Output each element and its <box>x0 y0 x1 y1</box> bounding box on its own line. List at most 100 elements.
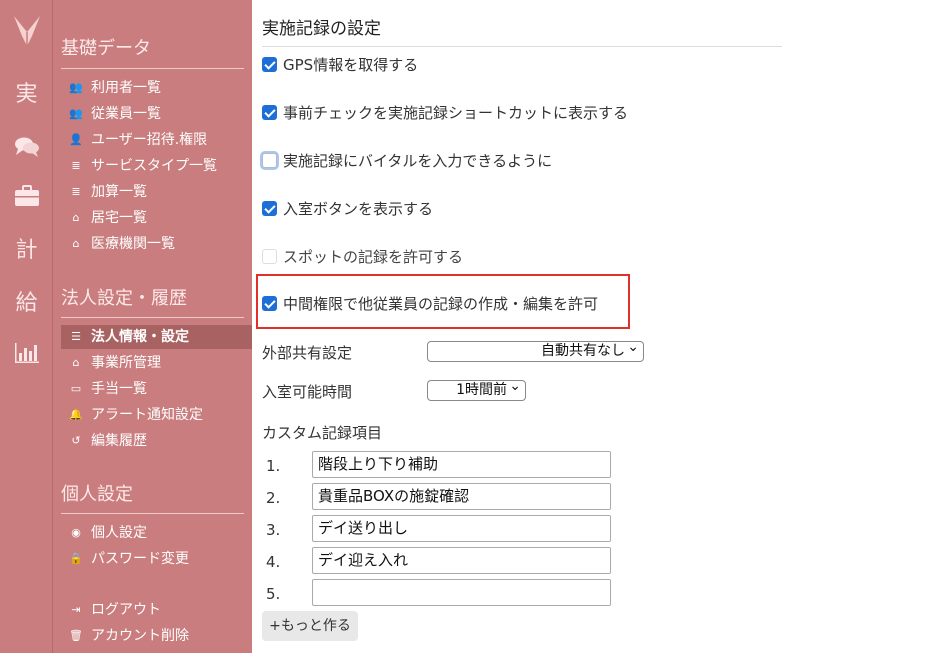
entry-time-select[interactable]: 1時間前 <box>427 377 526 401</box>
building-icon: ⌂ <box>72 237 80 250</box>
logout-button[interactable]: ⇥ ログアウト <box>61 598 252 622</box>
section-title-personal: 個人設定 <box>61 484 133 505</box>
checkbox-label: 中間権限で他従業員の記録の作成・編集を許可 <box>283 295 599 313</box>
sidebar-item-label: 利用者一覧 <box>91 80 161 96</box>
sidebar-item-allowances[interactable]: ▭ 手当一覧 <box>61 377 252 401</box>
checkbox-label: スポットの記録を許可する <box>283 248 464 266</box>
sidebar-item-label: 編集履歴 <box>91 433 147 449</box>
custom-item-input-3[interactable]: デイ送り出し <box>312 515 611 542</box>
section-title-basic-data: 基礎データ <box>61 38 151 59</box>
spot-record-checkbox-row[interactable]: スポットの記録を許可する <box>262 246 463 267</box>
bar-chart-icon[interactable] <box>0 342 53 368</box>
custom-records-label: カスタム記録項目 <box>262 424 383 442</box>
add-more-button[interactable]: +もっと作る <box>262 611 358 641</box>
sidebar-item-label: アカウント削除 <box>91 628 189 644</box>
divider <box>61 513 244 514</box>
chat-icon[interactable] <box>0 136 53 162</box>
sidebar-item-password-change[interactable]: 🔒 パスワード変更 <box>61 547 252 571</box>
rail-schedule-button[interactable]: 計 <box>0 238 53 264</box>
checkbox-label: 事前チェックを実施記録ショートカットに表示する <box>283 104 629 122</box>
section-title-corporate: 法人設定・履歴 <box>61 288 187 309</box>
sidebar-item-user-invite[interactable]: 👤 ユーザー招待.権限 <box>61 128 252 152</box>
lock-icon: 🔒 <box>69 552 83 565</box>
building-icon: ⌂ <box>72 211 80 224</box>
bell-icon: 🔔 <box>69 408 83 421</box>
sidebar-item-employees[interactable]: 👥 従業員一覧 <box>61 102 252 126</box>
money-icon: ▭ <box>70 382 82 395</box>
sidebar-item-label: 居宅一覧 <box>91 210 147 226</box>
select-value: 自動共有なし <box>541 343 625 359</box>
briefcase-icon[interactable] <box>0 185 53 211</box>
sliders-icon: ☰ <box>71 330 81 343</box>
sidebar-item-label: パスワード変更 <box>91 551 189 567</box>
vital-input-checkbox[interactable] <box>262 153 277 168</box>
user-circle-icon: ◉ <box>71 526 81 539</box>
sidebar-item-label: 事業所管理 <box>91 355 161 371</box>
sidebar-item-label: 手当一覧 <box>91 381 147 397</box>
custom-item-input-1[interactable]: 階段上り下り補助 <box>312 451 611 478</box>
custom-item-number: 1. <box>266 457 281 475</box>
database-icon: ≣ <box>71 159 81 172</box>
sidebar-item-label: 医療機関一覧 <box>91 236 175 252</box>
custom-item-number: 2. <box>266 489 281 507</box>
users-icon: 👥 <box>69 107 83 120</box>
custom-item-number: 4. <box>266 553 281 571</box>
precheck-shortcut-checkbox[interactable] <box>262 105 277 120</box>
database-icon: ≣ <box>71 185 81 198</box>
logo-icon[interactable] <box>0 12 53 52</box>
entry-time-label: 入室可能時間 <box>262 383 353 401</box>
sidebar-item-label: 個人設定 <box>91 525 147 541</box>
intermediate-permission-checkbox[interactable] <box>262 296 277 311</box>
sidebar-item-additions[interactable]: ≣ 加算一覧 <box>61 180 252 204</box>
divider <box>61 317 244 318</box>
sidebar-item-alert-settings[interactable]: 🔔 アラート通知設定 <box>61 403 252 427</box>
sidebar-item-corporate-info[interactable]: ☰ 法人情報・設定 <box>61 325 252 349</box>
sidebar-item-users[interactable]: 👥 利用者一覧 <box>61 76 252 100</box>
page-title: 実施記録の設定 <box>262 19 381 39</box>
main-content: 実施記録の設定 GPS情報を取得する 事前チェックを実施記録ショートカットに表示… <box>256 0 943 653</box>
home-icon: ⌂ <box>72 356 80 369</box>
sidebar-item-service-types[interactable]: ≣ サービスタイプ一覧 <box>61 154 252 178</box>
checkbox-label: 入室ボタンを表示する <box>283 200 434 218</box>
select-value: 1時間前 <box>456 382 507 398</box>
sidebar: 基礎データ 👥 利用者一覧 👥 従業員一覧 👤 ユーザー招待.権限 ≣ サービスタイプ一… <box>53 0 252 653</box>
entry-button-checkbox[interactable] <box>262 201 277 216</box>
trash-icon: 🗑 <box>69 629 83 642</box>
sidebar-item-personal-settings[interactable]: ◉ 個人設定 <box>61 521 252 545</box>
divider <box>262 46 782 47</box>
custom-item-number: 5. <box>266 585 281 603</box>
sidebar-item-label: 法人情報・設定 <box>91 329 189 345</box>
divider <box>61 68 244 69</box>
sidebar-item-label: アラート通知設定 <box>91 407 203 423</box>
gps-checkbox-row[interactable]: GPS情報を取得する <box>262 54 418 75</box>
vital-input-checkbox-row[interactable]: 実施記録にバイタルを入力できるように <box>262 150 552 171</box>
gps-checkbox[interactable] <box>262 57 277 72</box>
custom-item-input-5[interactable] <box>312 579 611 606</box>
entry-button-checkbox-row[interactable]: 入室ボタンを表示する <box>262 198 433 219</box>
users-icon: 👥 <box>69 81 83 94</box>
icon-rail: 実 計 給 <box>0 0 53 653</box>
sidebar-item-office-management[interactable]: ⌂ 事業所管理 <box>61 351 252 375</box>
sidebar-item-label: 従業員一覧 <box>91 106 161 122</box>
rail-salary-button[interactable]: 給 <box>0 291 53 317</box>
intermediate-permission-checkbox-row[interactable]: 中間権限で他従業員の記録の作成・編集を許可 <box>262 293 598 314</box>
custom-item-input-2[interactable]: 貴重品BOXの施錠確認 <box>312 483 611 510</box>
sidebar-item-label: ユーザー招待.権限 <box>91 132 208 148</box>
sidebar-item-care-offices[interactable]: ⌂ 居宅一覧 <box>61 206 252 230</box>
spot-record-checkbox[interactable] <box>262 249 277 264</box>
rail-record-button[interactable]: 実 <box>0 82 53 108</box>
history-icon: ↺ <box>71 434 81 447</box>
sidebar-item-label: 加算一覧 <box>91 184 147 200</box>
logout-icon: ⇥ <box>71 603 81 616</box>
precheck-shortcut-checkbox-row[interactable]: 事前チェックを実施記録ショートカットに表示する <box>262 102 628 123</box>
external-share-label: 外部共有設定 <box>262 344 353 362</box>
user-plus-icon: 👤 <box>69 133 83 146</box>
sidebar-item-medical-institutions[interactable]: ⌂ 医療機関一覧 <box>61 232 252 256</box>
delete-account-button[interactable]: 🗑 アカウント削除 <box>61 624 252 648</box>
sidebar-item-label: ログアウト <box>91 602 161 618</box>
custom-item-input-4[interactable]: デイ迎え入れ <box>312 547 611 574</box>
external-share-select[interactable]: 自動共有なし <box>427 338 644 362</box>
custom-item-number: 3. <box>266 521 281 539</box>
sidebar-item-label: サービスタイプ一覧 <box>91 158 217 174</box>
sidebar-item-edit-history[interactable]: ↺ 編集履歴 <box>61 429 252 453</box>
